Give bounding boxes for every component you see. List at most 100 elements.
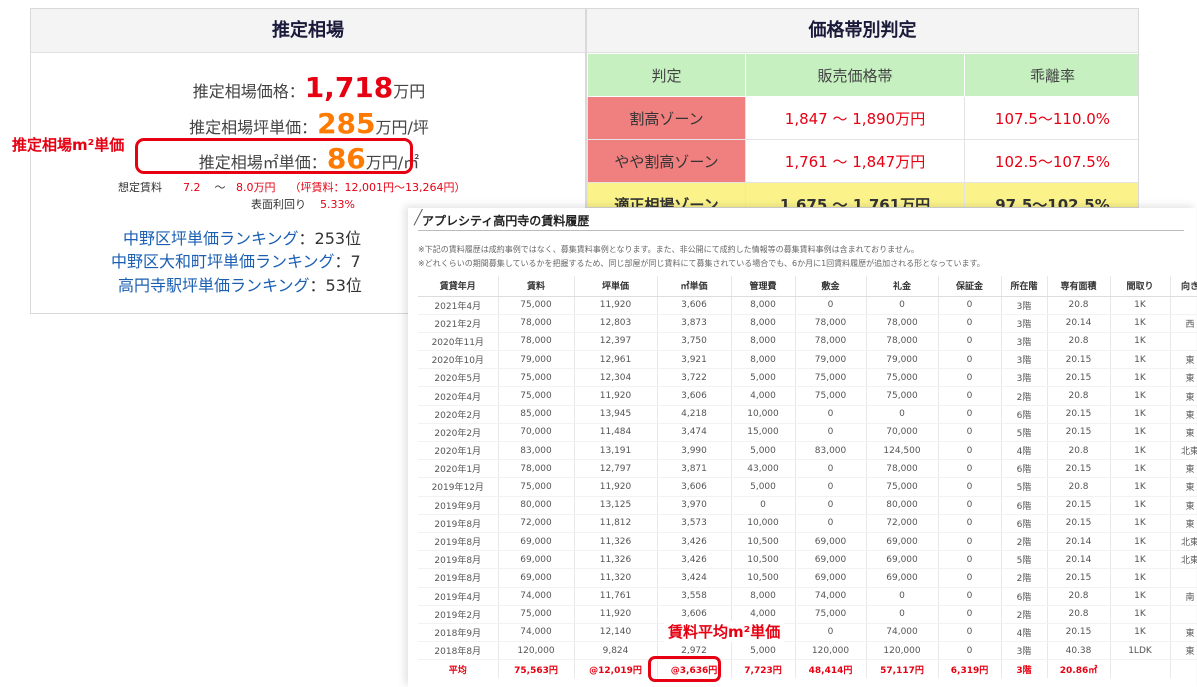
rent-history-body: 2021年4月 75,000 11,920 3,606 8,000 0 0 0 3階 20.8 1K… bbox=[418, 296, 1197, 678]
ranking-value-ward: ：253位 bbox=[298, 229, 362, 248]
table-cell: 20.15 bbox=[1047, 496, 1111, 515]
table-cell: 2021年2月 bbox=[418, 314, 499, 333]
assumed-rent-max: 8.0万円 bbox=[235, 181, 276, 194]
table-cell: 0 bbox=[938, 314, 1002, 333]
table-cell: 1LDK bbox=[1110, 641, 1171, 661]
rent-col-header: 保証金 bbox=[938, 276, 1002, 297]
table-cell: 2021年4月 bbox=[418, 296, 499, 315]
table-row: 2021年4月 75,000 11,920 3,606 8,000 0 0 0 3階 20.8 1K bbox=[418, 296, 1197, 315]
table-cell: 69,000 bbox=[498, 532, 575, 552]
zone-label: 割高ゾーン bbox=[587, 96, 746, 140]
table-cell: 1K bbox=[1110, 459, 1171, 479]
table-cell: 0 bbox=[795, 423, 867, 443]
table-cell: 5階 bbox=[1001, 423, 1048, 443]
table-row: 2021年2月 78,000 12,803 3,873 8,000 78,000 78,00… bbox=[418, 314, 1197, 333]
table-cell: 3,990 bbox=[657, 441, 732, 461]
ranking-link-town[interactable]: 中野区大和町坪単価ランキング bbox=[111, 252, 335, 271]
table-cell: 74,000 bbox=[498, 587, 575, 606]
judgement-row-slightly-high: やや割高ゾーン 1,761 〜 1,847万円 102.5〜107.5% bbox=[587, 139, 1138, 183]
table-cell: 20.15 bbox=[1047, 423, 1111, 443]
table-cell: 2019年4月 bbox=[418, 587, 499, 606]
table-cell: 124,500 bbox=[866, 441, 939, 461]
table-cell: 0 bbox=[938, 496, 1002, 515]
table-cell: 11,920 bbox=[574, 477, 658, 497]
table-cell: 20.15 bbox=[1047, 459, 1111, 479]
table-cell: 20.8 bbox=[1047, 441, 1111, 461]
table-cell: 20.15 bbox=[1047, 568, 1111, 588]
table-cell: 75,000 bbox=[498, 368, 575, 388]
table-cell: 12,304 bbox=[574, 368, 658, 388]
table-cell: 0 bbox=[938, 368, 1002, 388]
table-cell: 東 bbox=[1170, 641, 1197, 661]
table-cell: 12,803 bbox=[574, 314, 658, 333]
surface-yield-value: 5.33% bbox=[320, 198, 355, 211]
table-cell: 13,945 bbox=[574, 405, 658, 424]
table-cell: 3,558 bbox=[657, 587, 732, 606]
table-cell: 20.8 bbox=[1047, 332, 1111, 352]
rent-history-header-row: 賃貸年月 賃料 坪単価 ㎡単価 管理費 敷金 礼金 保証金 所在階 専有面積 間取り 向き bbox=[418, 276, 1197, 297]
table-cell: 東 bbox=[1170, 477, 1197, 497]
rent-col-header: 所在階 bbox=[1001, 276, 1048, 297]
table-cell: 2019年8月 bbox=[418, 568, 499, 588]
assumed-rent-tsubo: （坪賃料：12,001円〜13,264円） bbox=[289, 181, 466, 194]
table-cell: 6階 bbox=[1001, 459, 1048, 479]
table-cell: 0 bbox=[866, 605, 939, 624]
ranking-link-station[interactable]: 高円寺駅坪単価ランキング bbox=[118, 276, 310, 295]
table-row: 2019年8月 69,000 11,326 3,426 10,500 69,000 69,0… bbox=[418, 532, 1197, 552]
table-cell: 南 bbox=[1170, 587, 1197, 606]
table-cell: 20.14 bbox=[1047, 532, 1111, 552]
zone-rate: 97.5〜102.5% bbox=[964, 182, 1138, 207]
table-cell: 69,000 bbox=[866, 568, 939, 588]
estimated-price-row: 推定相場価格：1,718万円 bbox=[31, 71, 587, 104]
table-cell: 75,000 bbox=[795, 368, 867, 388]
table-cell: 10,500 bbox=[731, 568, 796, 588]
avg-sqm-highlight-box bbox=[648, 656, 721, 682]
table-cell: 3,606 bbox=[657, 386, 732, 406]
average-cell: 48,414円 bbox=[795, 659, 867, 678]
table-cell: 20.15 bbox=[1047, 623, 1111, 643]
table-row: 2019年4月 74,000 11,761 3,558 8,000 74,000 0 0 6階 2… bbox=[418, 587, 1197, 606]
table-cell: 東 bbox=[1170, 496, 1197, 515]
table-cell: 3,426 bbox=[657, 550, 732, 570]
table-cell: 0 bbox=[938, 550, 1002, 570]
average-cell: 6,319円 bbox=[938, 659, 1002, 678]
table-cell: 2019年8月 bbox=[418, 532, 499, 552]
table-cell: 3,606 bbox=[657, 296, 732, 315]
rent-history-table: 賃貸年月 賃料 坪単価 ㎡単価 管理費 敷金 礼金 保証金 所在階 専有面積 間取り 向き 2021年… bbox=[418, 276, 1197, 678]
table-cell: 1K bbox=[1110, 368, 1171, 388]
zone-rate: 107.5〜110.0% bbox=[964, 96, 1138, 140]
zone-label: 適正相場ゾーン bbox=[587, 182, 746, 207]
table-cell: 0 bbox=[938, 459, 1002, 479]
ranking-link-ward[interactable]: 中野区坪単価ランキング bbox=[123, 229, 299, 248]
table-cell: 1K bbox=[1110, 532, 1171, 552]
table-cell: 70,000 bbox=[498, 423, 575, 443]
table-cell: 0 bbox=[938, 605, 1002, 624]
table-cell: 10,500 bbox=[731, 532, 796, 552]
table-cell bbox=[1170, 605, 1197, 624]
table-cell: 東 bbox=[1170, 350, 1197, 370]
col-judgement: 判定 bbox=[587, 53, 746, 97]
table-cell: 79,000 bbox=[795, 350, 867, 370]
table-cell: 80,000 bbox=[498, 496, 575, 515]
table-cell: 3,606 bbox=[657, 477, 732, 497]
table-cell: 78,000 bbox=[498, 332, 575, 352]
table-cell: 8,000 bbox=[731, 587, 796, 606]
table-cell bbox=[1170, 332, 1197, 352]
rent-col-header: 敷金 bbox=[795, 276, 867, 297]
average-cell: 7,723円 bbox=[731, 659, 796, 678]
table-cell: 1K bbox=[1110, 441, 1171, 461]
table-cell: 74,000 bbox=[498, 623, 575, 643]
judgement-row-high: 割高ゾーン 1,847 〜 1,890万円 107.5〜110.0% bbox=[587, 96, 1138, 140]
table-cell: 1K bbox=[1110, 296, 1171, 315]
average-row: 平均 75,563円 @12,019円 @3,636円 7,723円 48,414円 57,… bbox=[418, 659, 1197, 678]
table-cell: 79,000 bbox=[866, 350, 939, 370]
table-cell: 120,000 bbox=[866, 641, 939, 661]
table-cell: 1K bbox=[1110, 386, 1171, 406]
table-cell: 2020年1月 bbox=[418, 459, 499, 479]
zone-label: やや割高ゾーン bbox=[587, 139, 746, 183]
table-cell: 5階 bbox=[1001, 477, 1048, 497]
assumed-rent-label: 想定賃料 bbox=[118, 181, 162, 194]
table-cell: 0 bbox=[866, 587, 939, 606]
table-cell: 4階 bbox=[1001, 623, 1048, 643]
table-cell: 0 bbox=[795, 477, 867, 497]
